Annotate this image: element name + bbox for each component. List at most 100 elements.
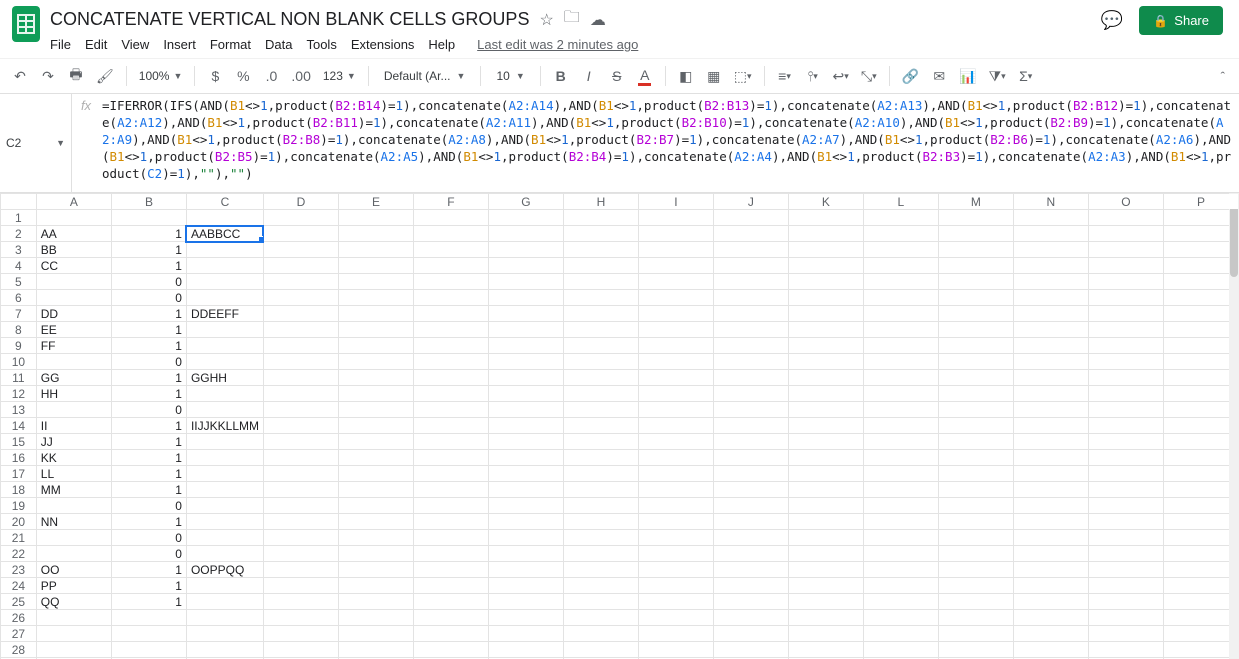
cell-N9[interactable] [1013, 338, 1088, 354]
cell-J19[interactable] [713, 498, 788, 514]
cell-N26[interactable] [1013, 610, 1088, 626]
cell-E6[interactable] [338, 290, 413, 306]
cell-E25[interactable] [338, 594, 413, 610]
cell-A12[interactable]: HH [36, 386, 111, 402]
cell-H15[interactable] [563, 434, 638, 450]
cell-K27[interactable] [788, 626, 863, 642]
cell-F4[interactable] [413, 258, 488, 274]
cell-F27[interactable] [413, 626, 488, 642]
cell-F23[interactable] [413, 562, 488, 578]
cell-C13[interactable] [186, 402, 263, 418]
cell-C21[interactable] [186, 530, 263, 546]
cell-K12[interactable] [788, 386, 863, 402]
cell-G20[interactable] [488, 514, 563, 530]
increase-decimal-button[interactable]: .00 [287, 63, 314, 89]
cell-O20[interactable] [1088, 514, 1163, 530]
merge-button[interactable]: ⬚▾ [730, 63, 756, 89]
cell-P6[interactable] [1163, 290, 1238, 306]
cell-D28[interactable] [263, 642, 338, 658]
cell-N12[interactable] [1013, 386, 1088, 402]
cell-D10[interactable] [263, 354, 338, 370]
formula-bar[interactable]: =IFERROR(IFS(AND(B1<>1,product(B2:B14)=1… [100, 94, 1239, 192]
cell-E24[interactable] [338, 578, 413, 594]
cell-G15[interactable] [488, 434, 563, 450]
row-header-8[interactable]: 8 [1, 322, 37, 338]
cell-G22[interactable] [488, 546, 563, 562]
cell-A19[interactable] [36, 498, 111, 514]
row-header-10[interactable]: 10 [1, 354, 37, 370]
cell-J13[interactable] [713, 402, 788, 418]
cell-H16[interactable] [563, 450, 638, 466]
col-header-M[interactable]: M [938, 194, 1013, 210]
cell-J21[interactable] [713, 530, 788, 546]
cell-B28[interactable] [111, 642, 186, 658]
cell-D27[interactable] [263, 626, 338, 642]
cell-D20[interactable] [263, 514, 338, 530]
sheet-scroll[interactable]: ABCDEFGHIJKLMNOP12AA1AABBCC3BB14CC150607… [0, 193, 1239, 659]
halign-button[interactable]: ≡▾ [773, 63, 797, 89]
cell-P10[interactable] [1163, 354, 1238, 370]
row-header-11[interactable]: 11 [1, 370, 37, 386]
cell-C9[interactable] [186, 338, 263, 354]
cell-J26[interactable] [713, 610, 788, 626]
cell-A14[interactable]: II [36, 418, 111, 434]
cell-I23[interactable] [638, 562, 713, 578]
cell-D19[interactable] [263, 498, 338, 514]
cell-G27[interactable] [488, 626, 563, 642]
cell-O21[interactable] [1088, 530, 1163, 546]
row-header-7[interactable]: 7 [1, 306, 37, 322]
cell-J17[interactable] [713, 466, 788, 482]
cell-C24[interactable] [186, 578, 263, 594]
cell-M3[interactable] [938, 242, 1013, 258]
undo-button[interactable]: ↶ [8, 63, 32, 89]
cell-M23[interactable] [938, 562, 1013, 578]
cell-O16[interactable] [1088, 450, 1163, 466]
cell-O7[interactable] [1088, 306, 1163, 322]
menu-view[interactable]: View [121, 37, 149, 52]
cell-I18[interactable] [638, 482, 713, 498]
cell-P11[interactable] [1163, 370, 1238, 386]
cell-L19[interactable] [863, 498, 938, 514]
cell-N22[interactable] [1013, 546, 1088, 562]
cell-H26[interactable] [563, 610, 638, 626]
cell-L23[interactable] [863, 562, 938, 578]
cell-O26[interactable] [1088, 610, 1163, 626]
cell-P9[interactable] [1163, 338, 1238, 354]
cell-M11[interactable] [938, 370, 1013, 386]
cell-N23[interactable] [1013, 562, 1088, 578]
row-header-6[interactable]: 6 [1, 290, 37, 306]
cell-E22[interactable] [338, 546, 413, 562]
cell-D26[interactable] [263, 610, 338, 626]
cell-L6[interactable] [863, 290, 938, 306]
cell-C6[interactable] [186, 290, 263, 306]
cell-M22[interactable] [938, 546, 1013, 562]
cell-H25[interactable] [563, 594, 638, 610]
cell-F12[interactable] [413, 386, 488, 402]
cell-M15[interactable] [938, 434, 1013, 450]
redo-button[interactable]: ↷ [36, 63, 60, 89]
text-color-button[interactable]: A [633, 63, 657, 89]
cell-P28[interactable] [1163, 642, 1238, 658]
document-title[interactable]: CONCATENATE VERTICAL NON BLANK CELLS GRO… [50, 9, 529, 30]
move-icon[interactable]: 🗀 [564, 6, 580, 33]
cell-D22[interactable] [263, 546, 338, 562]
cell-O18[interactable] [1088, 482, 1163, 498]
cell-D4[interactable] [263, 258, 338, 274]
row-header-5[interactable]: 5 [1, 274, 37, 290]
cell-M8[interactable] [938, 322, 1013, 338]
cell-D11[interactable] [263, 370, 338, 386]
cell-J23[interactable] [713, 562, 788, 578]
cell-J16[interactable] [713, 450, 788, 466]
cell-J12[interactable] [713, 386, 788, 402]
cell-E8[interactable] [338, 322, 413, 338]
cell-I20[interactable] [638, 514, 713, 530]
cell-B19[interactable]: 0 [111, 498, 186, 514]
col-header-P[interactable]: P [1163, 194, 1238, 210]
cell-J15[interactable] [713, 434, 788, 450]
cell-M13[interactable] [938, 402, 1013, 418]
col-header-C[interactable]: C [186, 194, 263, 210]
col-header-H[interactable]: H [563, 194, 638, 210]
cell-P4[interactable] [1163, 258, 1238, 274]
row-header-24[interactable]: 24 [1, 578, 37, 594]
cell-F21[interactable] [413, 530, 488, 546]
